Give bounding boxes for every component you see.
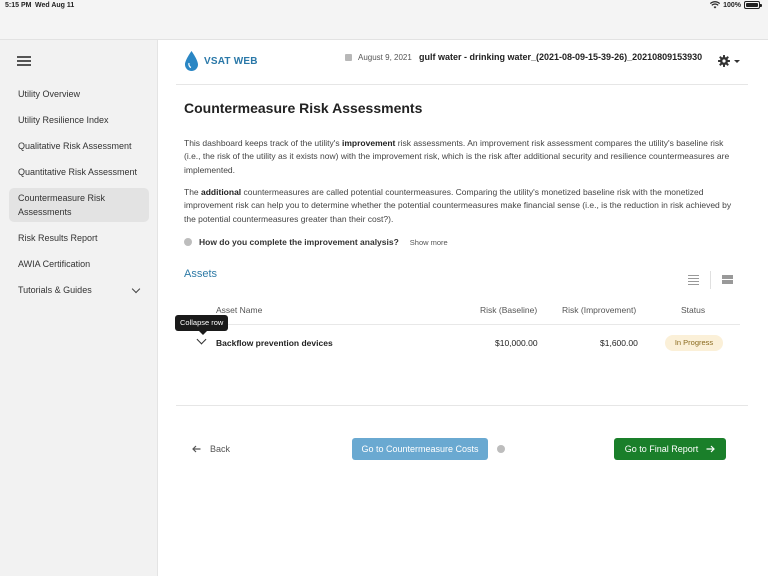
column-header-risk-improvement[interactable]: Risk (Improvement) [562, 305, 636, 315]
column-header-risk-baseline[interactable]: Risk (Baseline) [480, 305, 537, 315]
header-date-text: August 9, 2021 [358, 53, 412, 62]
intro-paragraph-2: The additional countermeasures are calle… [184, 187, 732, 224]
footer-divider [176, 405, 748, 406]
logo-text: VSAT WEB [204, 55, 258, 67]
asset-name-cell: Backflow prevention devices [216, 338, 333, 348]
sidebar-item-tutorials-guides[interactable]: Tutorials & Guides [9, 280, 149, 300]
arrow-left-icon [192, 445, 201, 453]
collapse-row-tooltip: Collapse row [175, 315, 229, 335]
info-icon [184, 238, 192, 246]
sidebar-item-qualitative-risk-assessment[interactable]: Qualitative Risk Assessment [9, 136, 149, 156]
arrow-right-icon [706, 445, 716, 453]
sidebar-item-utility-resilience-index[interactable]: Utility Resilience Index [9, 110, 149, 130]
sidebar-item-risk-results-report[interactable]: Risk Results Report [9, 228, 149, 248]
browser-bar [0, 13, 768, 40]
sidebar-item-label: Tutorials & Guides [18, 285, 92, 295]
header-date: August 9, 2021 [345, 53, 412, 62]
status-date: Wed Aug 11 [35, 2, 75, 9]
sidebar-item-quantitative-risk-assessment[interactable]: Quantitative Risk Assessment [9, 162, 149, 182]
show-more-link[interactable]: Show more [410, 238, 448, 247]
caret-down-icon [734, 59, 740, 63]
hamburger-menu-icon[interactable] [17, 56, 31, 66]
sidebar: Utility Overview Utility Resilience Inde… [0, 40, 158, 576]
vsat-logo[interactable]: VSAT WEB [184, 50, 258, 72]
status-badge: In Progress [665, 335, 723, 351]
gear-icon [718, 55, 730, 67]
header-divider [176, 84, 748, 85]
emphasis-additional: additional [201, 187, 242, 197]
info-icon[interactable] [497, 445, 505, 453]
final-report-label: Go to Final Report [624, 444, 699, 454]
table-header-divider [184, 324, 740, 325]
water-drop-icon [185, 51, 198, 71]
sidebar-item-utility-overview[interactable]: Utility Overview [9, 84, 149, 104]
battery-icon [744, 1, 762, 9]
settings-menu[interactable] [718, 55, 740, 67]
howto-question: How do you complete the improvement anal… [199, 237, 399, 247]
howto-section: How do you complete the improvement anal… [184, 237, 448, 247]
assets-title: Assets [184, 268, 218, 280]
header-file-name: gulf water - drinking water_(2021-08-09-… [419, 52, 703, 62]
chevron-down-icon[interactable] [196, 334, 207, 345]
intro-paragraph-1: This dashboard keeps track of the utilit… [184, 138, 730, 175]
go-to-final-report-button[interactable]: Go to Final Report [614, 438, 726, 460]
wifi-icon [710, 1, 721, 9]
sidebar-nav: Utility Overview Utility Resilience Inde… [9, 84, 149, 306]
chevron-down-icon [131, 284, 141, 294]
back-label: Back [210, 444, 231, 454]
back-button[interactable]: Back [192, 444, 230, 454]
column-header-status[interactable]: Status [681, 305, 705, 315]
status-time: 5:15 PM [5, 2, 32, 9]
view-toggle-divider [710, 271, 711, 289]
page-title: Countermeasure Risk Assessments [184, 100, 423, 116]
go-to-countermeasure-costs-button[interactable]: Go to Countermeasure Costs [352, 438, 488, 460]
card-view-icon[interactable] [722, 275, 733, 285]
emphasis-improvement: improvement [342, 138, 396, 148]
status-right: 100% [710, 1, 762, 9]
risk-baseline-cell: $10,000.00 [495, 338, 538, 348]
risk-improvement-cell: $1,600.00 [600, 338, 638, 348]
view-toggle [688, 271, 733, 289]
list-view-icon[interactable] [688, 275, 699, 285]
status-bar: 5:15 PM Wed Aug 11 100% [0, 0, 768, 13]
battery-percent: 100% [723, 1, 741, 9]
column-header-asset-name[interactable]: Asset Name [216, 305, 262, 315]
sidebar-item-countermeasure-risk-assessments[interactable]: Countermeasure Risk Assessments [9, 188, 149, 222]
calendar-icon [345, 54, 352, 61]
sidebar-item-awia-certification[interactable]: AWIA Certification [9, 254, 149, 274]
